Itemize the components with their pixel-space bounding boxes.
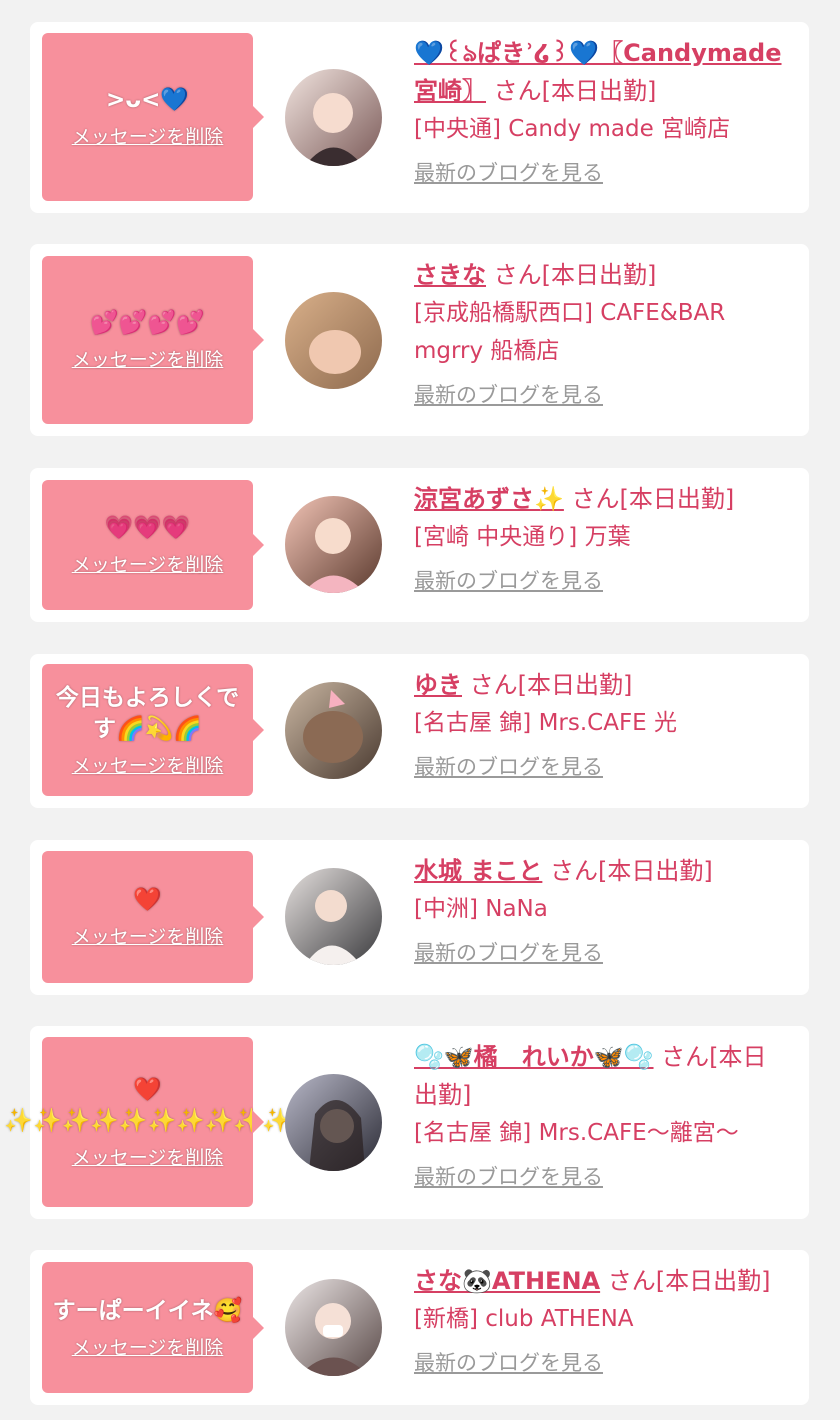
message-bubble: すーぱーイイネ🥰 メッセージを削除 xyxy=(42,1262,264,1393)
avatar[interactable] xyxy=(285,1074,382,1171)
name-line: さな🐼ATHENA さん[本日出勤] xyxy=(414,1262,784,1300)
avatar[interactable] xyxy=(285,1279,382,1376)
shop-name: [名古屋 錦] Mrs.CAFE～離宮～ xyxy=(414,1120,739,1146)
delete-message-link[interactable]: メッセージを削除 xyxy=(72,1143,224,1170)
favorite-card: >ᴗ<💙 メッセージを削除 💙꒰ঌぱきʾ໒꒱💙〖Candymade宮崎〗 さん[… xyxy=(30,22,809,213)
girl-name-link[interactable]: 水城 まこと xyxy=(414,857,542,885)
name-line: 水城 まこと さん[本日出勤] xyxy=(414,852,784,890)
name-line: 💙꒰ঌぱきʾ໒꒱💙〖Candymade宮崎〗 さん[本日出勤] xyxy=(414,34,784,110)
girl-name-link[interactable]: 🫧🦋橘 れいか🦋🫧 xyxy=(414,1043,654,1071)
message-text: すーぱーイイネ🥰 xyxy=(52,1297,243,1324)
girl-name-link[interactable]: さな🐼ATHENA xyxy=(414,1267,600,1295)
shop-name: [新橋] club ATHENA xyxy=(414,1306,634,1332)
girl-name-link[interactable]: さきな xyxy=(414,261,486,289)
avatar[interactable] xyxy=(285,292,382,389)
delete-message-link[interactable]: メッセージを削除 xyxy=(72,751,224,778)
status-suffix: さん[本日出勤] xyxy=(462,671,633,699)
favorite-card: 💗💗💗 メッセージを削除 涼宮あずさ✨ さん[本日出勤] [宮崎 中央通り] 万… xyxy=(30,468,809,622)
message-text: ❤️ ✨✨✨✨✨✨✨✨✨✨ xyxy=(4,1076,291,1134)
latest-blog-link[interactable]: 最新のブログを見る xyxy=(414,158,603,188)
message-bubble: >ᴗ<💙 メッセージを削除 xyxy=(42,33,264,201)
message-text: 💕💕💕💕 xyxy=(90,310,205,336)
name-line: 🫧🦋橘 れいか🦋🫧 さん[本日出勤] xyxy=(414,1038,784,1114)
latest-blog-link[interactable]: 最新のブログを見る xyxy=(414,566,603,596)
avatar[interactable] xyxy=(285,496,382,593)
status-suffix: さん[本日出勤] xyxy=(542,857,713,885)
card-info: 水城 まこと さん[本日出勤] [中洲] NaNa 最新のブログを見る xyxy=(414,852,784,968)
shop-name: [京成船橋駅西口] CAFE&BAR mgrry 船橋店 xyxy=(414,300,726,364)
message-bubble: 💕💕💕💕 メッセージを削除 xyxy=(42,256,264,424)
latest-blog-link[interactable]: 最新のブログを見る xyxy=(414,938,603,968)
favorite-card: ❤️ ✨✨✨✨✨✨✨✨✨✨ メッセージを削除 🫧🦋橘 れいか🦋🫧 さん[本日出勤… xyxy=(4,1026,809,1219)
status-suffix: さん[本日出勤] xyxy=(486,77,657,105)
card-info: さきな さん[本日出勤] [京成船橋駅西口] CAFE&BAR mgrry 船橋… xyxy=(414,256,784,410)
message-text: >ᴗ<💙 xyxy=(106,87,189,113)
shop-name: [中央通] Candy made 宮崎店 xyxy=(414,116,731,142)
message-bubble: ❤️ ✨✨✨✨✨✨✨✨✨✨ メッセージを削除 xyxy=(4,1037,291,1207)
message-bubble: 今日もよろしくです🌈💫🌈 メッセージを削除 xyxy=(42,664,264,796)
name-line: ゆき さん[本日出勤] xyxy=(414,666,784,704)
status-suffix: さん[本日出勤] xyxy=(486,261,657,289)
message-bubble: ❤️ メッセージを削除 xyxy=(42,851,264,983)
avatar[interactable] xyxy=(285,682,382,779)
shop-name: [名古屋 錦] Mrs.CAFE 光 xyxy=(414,710,678,736)
favorite-card: 今日もよろしくです🌈💫🌈 メッセージを削除 ゆき さん[本日出勤] [名古屋 錦… xyxy=(30,654,809,808)
avatar[interactable] xyxy=(285,868,382,965)
latest-blog-link[interactable]: 最新のブログを見る xyxy=(414,380,603,410)
girl-name-link[interactable]: 涼宮あずさ✨ xyxy=(414,485,564,513)
card-info: 🫧🦋橘 れいか🦋🫧 さん[本日出勤] [名古屋 錦] Mrs.CAFE～離宮～ … xyxy=(414,1038,784,1192)
delete-message-link[interactable]: メッセージを削除 xyxy=(72,922,224,949)
delete-message-link[interactable]: メッセージを削除 xyxy=(72,550,224,577)
message-text: 💗💗💗 xyxy=(104,515,191,541)
favorite-card: 💕💕💕💕 メッセージを削除 さきな さん[本日出勤] [京成船橋駅西口] CAF… xyxy=(30,244,809,436)
status-suffix: さん[本日出勤] xyxy=(600,1267,771,1295)
delete-message-link[interactable]: メッセージを削除 xyxy=(72,122,224,149)
favorite-card: ❤️ メッセージを削除 水城 まこと さん[本日出勤] [中洲] NaNa 最新… xyxy=(30,840,809,995)
name-line: 涼宮あずさ✨ さん[本日出勤] xyxy=(414,480,784,518)
avatar[interactable] xyxy=(285,69,382,166)
card-info: 涼宮あずさ✨ さん[本日出勤] [宮崎 中央通り] 万葉 最新のブログを見る xyxy=(414,480,784,596)
card-info: さな🐼ATHENA さん[本日出勤] [新橋] club ATHENA 最新のブ… xyxy=(414,1262,784,1378)
shop-name: [宮崎 中央通り] 万葉 xyxy=(414,524,631,550)
delete-message-link[interactable]: メッセージを削除 xyxy=(72,345,224,372)
latest-blog-link[interactable]: 最新のブログを見る xyxy=(414,1348,603,1378)
latest-blog-link[interactable]: 最新のブログを見る xyxy=(414,1162,603,1192)
card-info: 💙꒰ঌぱきʾ໒꒱💙〖Candymade宮崎〗 さん[本日出勤] [中央通] Ca… xyxy=(414,34,784,188)
status-suffix: さん[本日出勤] xyxy=(563,485,735,513)
card-info: ゆき さん[本日出勤] [名古屋 錦] Mrs.CAFE 光 最新のブログを見る xyxy=(414,666,784,782)
girl-name-link[interactable]: ゆき xyxy=(414,671,462,699)
latest-blog-link[interactable]: 最新のブログを見る xyxy=(414,752,603,782)
delete-message-link[interactable]: メッセージを削除 xyxy=(72,1333,224,1360)
shop-name: [中洲] NaNa xyxy=(414,896,548,922)
message-text: ❤️ xyxy=(133,887,162,913)
favorite-card: すーぱーイイネ🥰 メッセージを削除 さな🐼ATHENA さん[本日出勤] [新橋… xyxy=(30,1250,809,1405)
message-bubble: 💗💗💗 メッセージを削除 xyxy=(42,480,264,610)
name-line: さきな さん[本日出勤] xyxy=(414,256,784,294)
message-text: 今日もよろしくです🌈💫🌈 xyxy=(55,684,240,742)
